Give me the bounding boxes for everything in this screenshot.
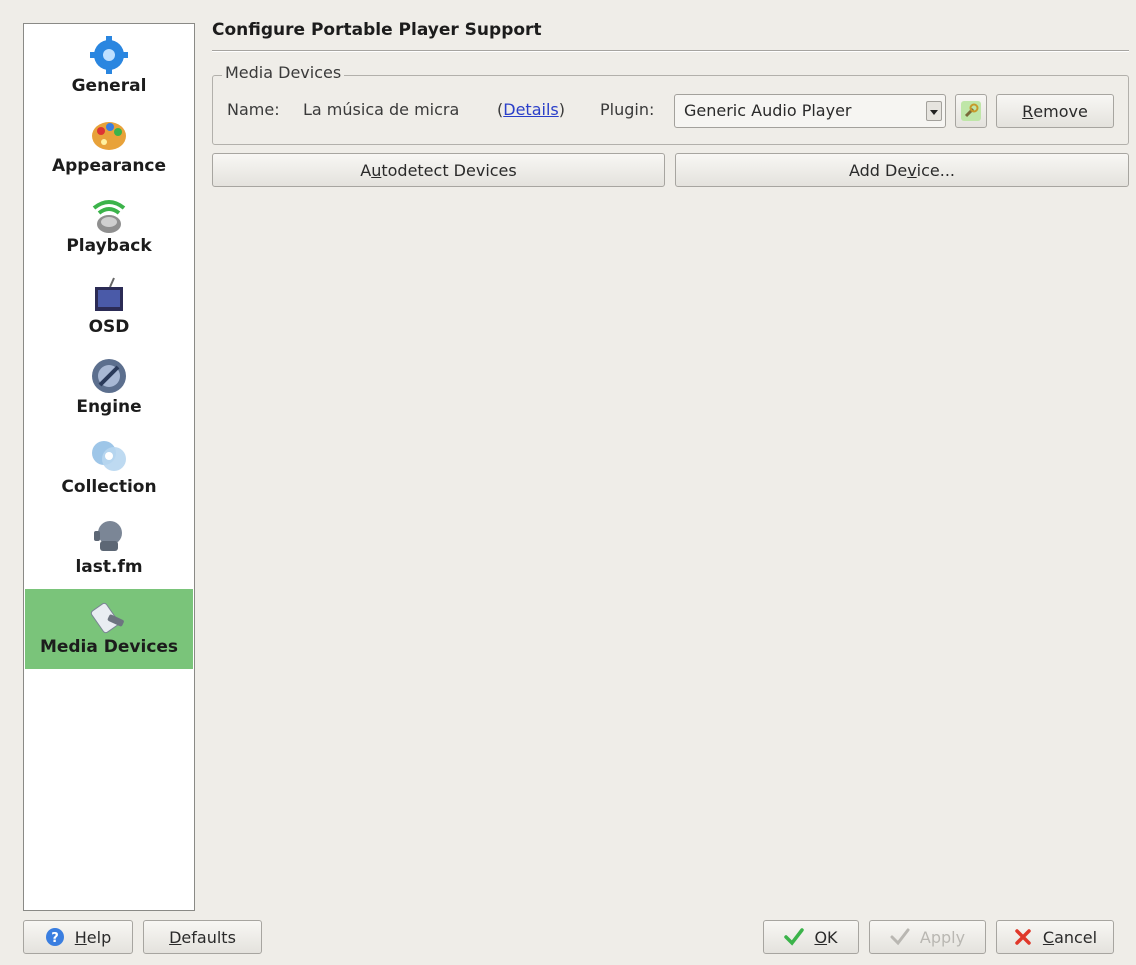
ok-label-post: K <box>827 927 838 947</box>
sidebar-item-label: Media Devices <box>39 637 179 657</box>
gear-icon <box>90 36 128 74</box>
plugin-select-value: Generic Audio Player <box>684 101 852 120</box>
sidebar-item-label: Engine <box>76 397 142 417</box>
autodetect-devices-button[interactable]: Au todetect Devices <box>212 153 665 187</box>
wrench-icon <box>961 101 981 121</box>
sidebar-item-label: Appearance <box>51 156 167 176</box>
autodetect-label-mnemonic: u <box>371 160 382 180</box>
apply-button[interactable]: Apply <box>869 920 986 954</box>
add-device-label-post: ice... <box>916 160 956 180</box>
remove-button[interactable]: Remove <box>996 94 1114 128</box>
category-sidebar: General Appearance Playback OSD Engine C… <box>23 23 195 911</box>
media-device-icon <box>90 602 124 634</box>
collection-icon <box>92 441 126 471</box>
help-label-mnemonic: H <box>74 927 87 947</box>
sidebar-item-lastfm[interactable]: last.fm <box>25 509 193 589</box>
cancel-label-post: ancel <box>1054 927 1098 947</box>
help-icon: ? <box>45 928 64 946</box>
remove-label-mnemonic: R <box>1022 101 1034 121</box>
palette-icon <box>92 122 126 150</box>
page-title: Configure Portable Player Support <box>212 20 542 40</box>
apply-check-icon <box>890 928 910 946</box>
group-title: Media Devices <box>222 63 345 82</box>
sidebar-item-label: last.fm <box>75 557 143 577</box>
configure-plugin-button[interactable] <box>955 94 987 128</box>
cancel-x-icon <box>1015 929 1031 945</box>
autodetect-label-pre: A <box>360 160 372 180</box>
sidebar-item-label: Collection <box>61 477 157 497</box>
remove-label-post: emove <box>1033 101 1088 121</box>
cancel-button[interactable]: Cancel <box>996 920 1114 954</box>
sidebar-item-label: Playback <box>66 236 152 256</box>
sidebar-item-playback[interactable]: Playback <box>25 188 193 268</box>
add-device-label-pre: Add De <box>848 160 908 180</box>
plugin-select[interactable]: Generic Audio Player <box>674 94 946 128</box>
sidebar-item-media-devices[interactable]: Media Devices <box>25 589 193 669</box>
sidebar-item-general[interactable]: General <box>25 28 193 108</box>
speaker-icon <box>92 200 126 233</box>
ok-button[interactable]: OK <box>763 920 859 954</box>
sidebar-item-engine[interactable]: Engine <box>25 349 193 429</box>
sidebar-item-label: General <box>71 76 147 96</box>
tv-icon <box>95 277 123 311</box>
defaults-button[interactable]: Defaults <box>143 920 262 954</box>
cancel-label-mnemonic: C <box>1042 927 1055 947</box>
plugin-label: Plugin: <box>600 100 655 119</box>
sidebar-item-osd[interactable]: OSD <box>25 269 193 349</box>
svg-text:?: ? <box>51 931 59 946</box>
autodetect-label-post: todetect Devices <box>381 160 517 180</box>
help-label-post: elp <box>86 927 112 947</box>
sidebar-item-label: OSD <box>88 317 130 337</box>
sidebar-item-appearance[interactable]: Appearance <box>25 108 193 188</box>
details-link[interactable]: Details <box>503 100 558 119</box>
device-name: La música de micra <box>303 100 460 119</box>
sidebar-item-collection[interactable]: Collection <box>25 429 193 509</box>
details-link-wrapper: (Details) <box>497 100 565 119</box>
details-close-paren: ) <box>558 100 565 119</box>
lastfm-icon <box>94 521 122 551</box>
defaults-label-mnemonic: D <box>169 927 182 947</box>
add-device-label-mnemonic: v <box>907 160 917 180</box>
checkmark-icon <box>784 928 805 946</box>
title-divider <box>212 50 1129 52</box>
engine-icon <box>92 359 126 393</box>
help-button[interactable]: ? Help <box>23 920 133 954</box>
chevron-down-icon[interactable] <box>926 101 942 121</box>
apply-label: Apply <box>919 927 966 947</box>
name-label: Name: <box>227 100 280 119</box>
ok-label-mnemonic: O <box>814 927 828 947</box>
defaults-label-post: efaults <box>181 927 236 947</box>
add-device-button[interactable]: Add De v ice... <box>675 153 1129 187</box>
